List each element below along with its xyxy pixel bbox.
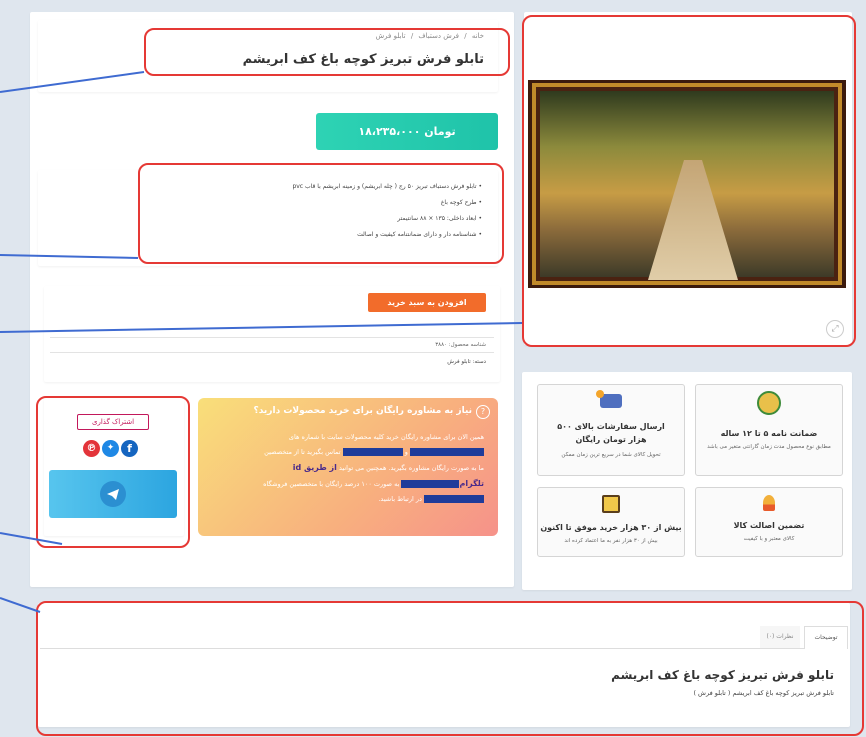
highlight-features: [138, 163, 504, 264]
highlight-image: [522, 15, 856, 347]
consult-text-1: همین الان برای مشاوره رایگان خرید کلیه م…: [288, 433, 484, 441]
feature-subtitle: بیش از ۳۰ هزار نفر به ما اعتماد کرده اند: [564, 538, 658, 544]
award-ribbon-icon: [763, 495, 775, 511]
add-to-cart-button[interactable]: افزودن به سبد خرید: [368, 293, 486, 312]
phone-number-redacted[interactable]: [342, 448, 403, 456]
delivery-truck-icon: [596, 390, 622, 408]
help-icon: ?: [476, 405, 490, 419]
sku: شناسه محصول: ۳۸۸۰: [435, 342, 486, 348]
feature-subtitle: مطابق نوع محصول مدت زمان گارانتی متغیر م…: [707, 444, 831, 450]
warranty-badge-icon: [757, 391, 781, 415]
add-to-cart-card: افزودن به سبد خرید شناسه محصول: ۳۸۸۰ دست…: [44, 286, 500, 382]
feature-title: ضمانت نامه ۵ تا ۱۲ ساله: [720, 429, 818, 438]
consult-line-2: و تماس بگیرید تا از متخصصین: [208, 445, 484, 460]
phone-number-redacted[interactable]: [410, 448, 484, 456]
feature-box-authenticity: تضمین اصالت کالا کالای معتبر و با کیفیت: [695, 487, 843, 557]
consult-text-5: در ارتباط باشید.: [378, 495, 422, 503]
consult-highlight: از طریق id: [292, 463, 337, 472]
feature-subtitle: تحویل کالای شما در سریع ترین زمان ممکن: [561, 452, 661, 458]
feature-box-warranty: ضمانت نامه ۵ تا ۱۲ ساله مطابق نوع محصول …: [695, 384, 843, 476]
divider: [50, 352, 494, 353]
feature-title: تضمین اصالت کالا: [733, 521, 805, 530]
shopping-bag-icon: [602, 495, 620, 513]
consult-text-2a: و: [404, 448, 408, 456]
divider: [50, 337, 494, 338]
feature-title: ارسال سفارشات بالای ۵۰۰ هزار تومان رایگا…: [557, 422, 665, 444]
consult-line-4: تلگرام به صورت ۱۰۰ درصد رایگان با متخصصی…: [208, 476, 484, 492]
price-value: ۱۸،۲۳۵،۰۰۰ تومان: [358, 125, 456, 138]
feature-title: بیش از ۳۰ هزار خرید موفق تا اکنون: [540, 523, 682, 532]
telegram-id-redacted[interactable]: [401, 480, 460, 488]
consult-line-3: ما به صورت رایگان مشاوره بگیرید. همچنین …: [208, 460, 484, 476]
feature-subtitle: کالای معتبر و با کیفیت: [743, 536, 795, 542]
highlight-description: [36, 601, 864, 736]
consult-text-2b: تماس بگیرید تا از متخصصین: [264, 448, 341, 456]
consult-text-4: به صورت ۱۰۰ درصد رایگان با متخصصین فروشگ…: [263, 480, 400, 488]
highlight-title: [144, 28, 510, 76]
consult-box: ? نیاز به مشاوره رایگان برای خرید محصولا…: [198, 398, 498, 536]
price-badge: ۱۸،۲۳۵،۰۰۰ تومان: [316, 113, 498, 150]
consult-title: نیاز به مشاوره رایگان برای خرید محصولات …: [253, 406, 473, 416]
telegram-highlight: تلگرام: [459, 479, 484, 488]
highlight-share: [36, 396, 190, 548]
product-category[interactable]: دسته: تابلو فرش: [447, 359, 486, 365]
consult-text-3: ما به صورت رایگان مشاوره بگیرید. همچنین …: [338, 464, 484, 472]
feature-box-free-shipping: ارسال سفارشات بالای ۵۰۰ هزار تومان رایگا…: [537, 384, 685, 476]
redacted-text: [424, 495, 484, 503]
consult-line-5: در ارتباط باشید.: [208, 492, 484, 507]
annotation-line: [0, 597, 41, 613]
feature-box-purchases: بیش از ۳۰ هزار خرید موفق تا اکنون بیش از…: [537, 487, 685, 557]
